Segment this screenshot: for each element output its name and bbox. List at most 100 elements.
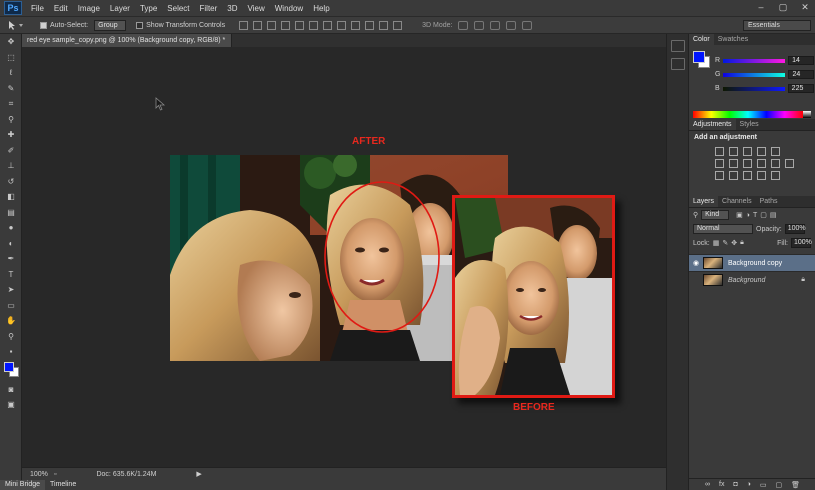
history-panel-icon[interactable]	[670, 40, 685, 52]
tab-swatches[interactable]: Swatches	[714, 34, 752, 45]
green-value[interactable]: 24	[788, 70, 815, 79]
tab-mini-bridge[interactable]: Mini Bridge	[0, 480, 46, 490]
default-colors-icon[interactable]: ▪	[0, 344, 22, 360]
blend-mode-dropdown[interactable]: Normal	[693, 224, 753, 234]
filter-adjustment-icon[interactable]: ◑	[746, 212, 750, 219]
move-tool-preset-icon[interactable]	[4, 18, 30, 32]
crop-tool-icon[interactable]: ⌗	[0, 96, 22, 112]
menu-view[interactable]: View	[243, 4, 270, 13]
align-vcenter-icon[interactable]	[253, 20, 263, 30]
layer-filter-dropdown[interactable]: Kind	[701, 210, 730, 220]
status-info-icon[interactable]: ▫	[54, 471, 56, 478]
align-bottom-icon[interactable]	[267, 20, 277, 30]
opacity-value[interactable]: 100%	[784, 224, 806, 234]
document-tab[interactable]: red eye sample_copy.png @ 100% (Backgrou…	[22, 34, 232, 47]
brush-tool-icon[interactable]: ✐	[0, 143, 22, 159]
tab-styles[interactable]: Styles	[736, 119, 763, 130]
color-spectrum-bw[interactable]	[803, 111, 811, 118]
black-white-icon[interactable]	[743, 159, 752, 168]
properties-panel-icon[interactable]	[670, 58, 685, 70]
menu-window[interactable]: Window	[270, 4, 308, 13]
tab-adjustments[interactable]: Adjustments	[689, 119, 736, 130]
layer-background-copy[interactable]: ◉ Background copy	[689, 254, 815, 271]
3d-drag-icon[interactable]	[490, 20, 501, 30]
3d-slide-icon[interactable]	[506, 20, 517, 30]
filter-type-icon[interactable]: T	[753, 212, 757, 219]
dodge-tool-icon[interactable]: ◐	[0, 236, 22, 252]
lock-all-icon[interactable]: 🔒︎	[740, 239, 744, 247]
maximize-button[interactable]: ▢	[777, 2, 789, 13]
tab-color[interactable]: Color	[689, 34, 714, 45]
clone-stamp-tool-icon[interactable]: ⊥	[0, 158, 22, 174]
menu-image[interactable]: Image	[73, 4, 105, 13]
3d-scale-icon[interactable]	[522, 20, 533, 30]
layer-background[interactable]: Background 🔒︎	[689, 271, 815, 288]
menu-filter[interactable]: Filter	[195, 4, 223, 13]
menu-3d[interactable]: 3D	[222, 4, 242, 13]
gradient-tool-icon[interactable]: ▤	[0, 205, 22, 221]
zoom-tool-icon[interactable]: ⚲	[0, 329, 22, 345]
show-transform-checkbox[interactable]	[136, 21, 144, 29]
align-right-icon[interactable]	[309, 20, 319, 30]
lock-transparent-icon[interactable]: ▦	[713, 239, 720, 247]
filter-smart-icon[interactable]: ▤	[770, 211, 777, 219]
align-left-icon[interactable]	[281, 20, 291, 30]
color-balance-icon[interactable]	[729, 159, 738, 168]
trash-icon[interactable]: 🗑︎	[791, 481, 800, 489]
healing-brush-tool-icon[interactable]: ✚	[0, 127, 22, 143]
hand-tool-icon[interactable]: ✋	[0, 313, 22, 329]
filter-shape-icon[interactable]: ▢	[760, 211, 767, 219]
mask-icon[interactable]: ◘	[733, 481, 737, 488]
exposure-icon[interactable]	[757, 147, 766, 156]
zoom-level[interactable]: 100%	[22, 471, 48, 478]
menu-type[interactable]: Type	[135, 4, 162, 13]
green-slider[interactable]	[723, 72, 786, 77]
distribute-bottom-icon[interactable]	[351, 20, 361, 30]
blur-tool-icon[interactable]: ●	[0, 220, 22, 236]
menu-select[interactable]: Select	[162, 4, 194, 13]
red-value[interactable]: 14	[788, 56, 815, 65]
invert-icon[interactable]	[715, 171, 724, 180]
tab-paths[interactable]: Paths	[756, 196, 782, 207]
brightness-icon[interactable]	[715, 147, 724, 156]
filter-pixel-icon[interactable]: ▣	[736, 211, 743, 219]
distribute-left-icon[interactable]	[365, 20, 375, 30]
fill-value[interactable]: 100%	[791, 238, 812, 248]
eyedropper-tool-icon[interactable]: ⚲	[0, 112, 22, 128]
tab-channels[interactable]: Channels	[718, 196, 756, 207]
auto-select-dropdown[interactable]: Group	[94, 19, 127, 31]
lasso-tool-icon[interactable]: ℓ	[0, 65, 22, 81]
distribute-vcenter-icon[interactable]	[337, 20, 347, 30]
screen-mode-icon[interactable]: ▣	[0, 397, 22, 413]
workspace-switcher[interactable]: Essentials	[743, 20, 811, 31]
new-layer-icon[interactable]: ▢	[776, 481, 783, 489]
quick-select-tool-icon[interactable]: ✎	[0, 81, 22, 97]
history-brush-tool-icon[interactable]: ↺	[0, 174, 22, 190]
foreground-color-swatch[interactable]	[4, 361, 14, 372]
red-slider[interactable]	[723, 58, 786, 63]
status-menu-arrow[interactable]: ▶	[196, 470, 201, 478]
tab-timeline[interactable]: Timeline	[45, 480, 81, 490]
folder-icon[interactable]: ▭	[760, 481, 767, 489]
marquee-tool-icon[interactable]: ⬚	[0, 50, 22, 66]
link-icon[interactable]: ∞	[705, 481, 710, 488]
eye-icon[interactable]: ◉	[689, 259, 703, 267]
posterize-icon[interactable]	[729, 171, 738, 180]
auto-select-checkbox[interactable]	[40, 21, 47, 29]
distribute-hcenter-icon[interactable]	[379, 20, 389, 30]
menu-file[interactable]: File	[26, 4, 49, 13]
menu-edit[interactable]: Edit	[49, 4, 73, 13]
color-panel-foreground[interactable]	[693, 51, 705, 63]
auto-select-option[interactable]: Auto-Select:	[40, 21, 88, 29]
minimize-button[interactable]: –	[755, 2, 767, 13]
path-selection-tool-icon[interactable]: ➤	[0, 282, 22, 298]
selective-color-icon[interactable]	[771, 171, 780, 180]
move-tool-icon[interactable]: ✥	[0, 34, 22, 50]
fx-icon[interactable]: fx	[719, 481, 724, 488]
close-button[interactable]: ✕	[799, 2, 811, 13]
distribute-top-icon[interactable]	[323, 20, 333, 30]
vibrance-icon[interactable]	[771, 147, 780, 156]
photo-filter-icon[interactable]	[757, 159, 766, 168]
eraser-tool-icon[interactable]: ◧	[0, 189, 22, 205]
menu-help[interactable]: Help	[308, 4, 334, 13]
